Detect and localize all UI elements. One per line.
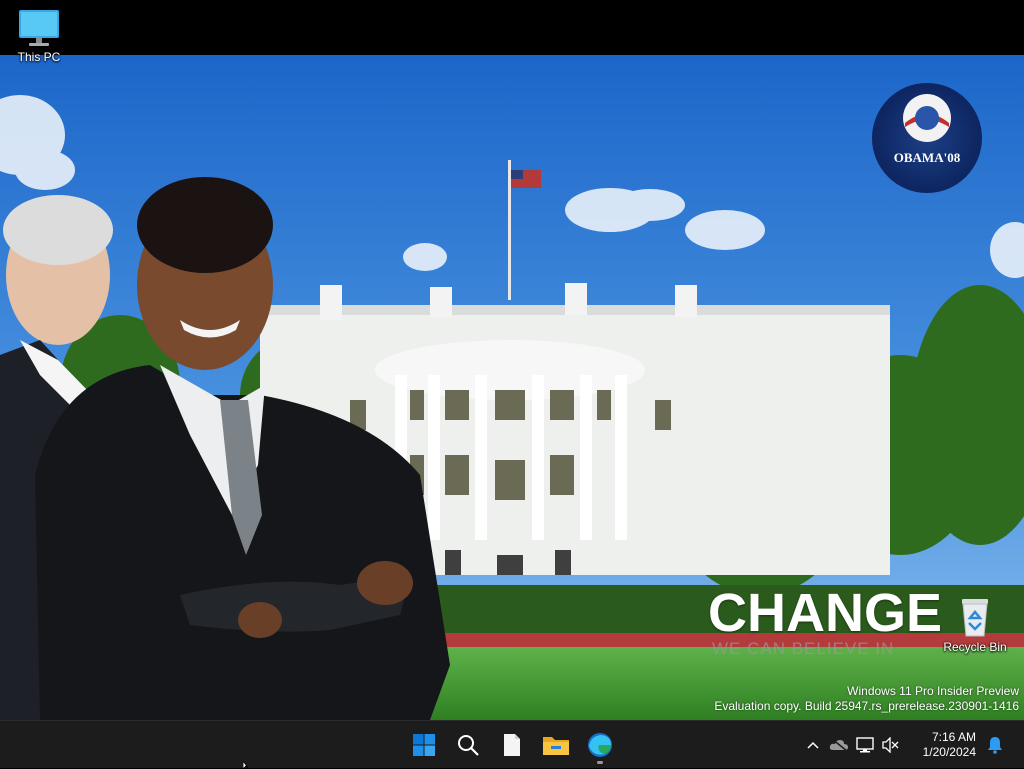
chevron-up-icon [807, 741, 819, 749]
folder-icon [543, 737, 569, 755]
recycle-bin-icon [962, 599, 988, 637]
volume-button[interactable] [878, 729, 904, 761]
volume-muted-icon [882, 737, 899, 753]
desktop-icon-label: Recycle Bin [943, 640, 1007, 654]
watermark-line-1: Windows 11 Pro Insider Preview [847, 684, 1019, 698]
network-button[interactable] [852, 729, 878, 761]
search-icon [458, 735, 479, 756]
running-indicator [597, 761, 603, 764]
file-explorer-button[interactable] [536, 725, 576, 765]
taskbar-apps [404, 721, 620, 769]
taskbar: 7:16 AM 1/20/2024 [0, 720, 1024, 768]
evaluation-watermark: Windows 11 Pro Insider Preview Evaluatio… [714, 684, 1019, 714]
desktop: OBAMA'08 CHANGE WE CAN BELIEVE IN This P… [0, 0, 1024, 720]
clock-time: 7:16 AM [931, 730, 976, 744]
wallpaper-tagline: WE CAN BELIEVE IN [712, 639, 895, 658]
desktop-icon-label: This PC [17, 50, 61, 64]
campaign-logo-text: OBAMA'08 [893, 150, 961, 165]
edge-browser-icon [588, 733, 612, 757]
wallpaper-headline: CHANGE [708, 583, 943, 643]
notifications-button[interactable] [984, 729, 1006, 761]
desktop-icon-this-pc[interactable]: This PC [1, 8, 77, 64]
taskbar-file-button[interactable] [492, 725, 532, 765]
monitor-icon [19, 10, 59, 46]
onedrive-button[interactable] [826, 729, 852, 761]
document-icon [504, 734, 520, 756]
edge-browser-button[interactable] [580, 725, 620, 765]
clock[interactable]: 7:16 AM 1/20/2024 [906, 730, 976, 760]
search-button[interactable] [448, 725, 488, 765]
start-button[interactable] [404, 725, 444, 765]
network-icon [856, 737, 874, 753]
bell-icon [988, 737, 1002, 754]
desktop-icon-recycle-bin[interactable]: Recycle Bin [937, 596, 1013, 654]
onedrive-icon [829, 738, 848, 752]
wallpaper: OBAMA'08 CHANGE WE CAN BELIEVE IN [0, 55, 1024, 720]
show-hidden-icons-button[interactable] [800, 729, 826, 761]
watermark-line-2: Evaluation copy. Build 25947.rs_prerelea… [714, 699, 1019, 713]
windows-start-icon [413, 734, 435, 756]
clock-date: 1/20/2024 [922, 745, 976, 759]
system-tray: 7:16 AM 1/20/2024 [800, 721, 1006, 769]
